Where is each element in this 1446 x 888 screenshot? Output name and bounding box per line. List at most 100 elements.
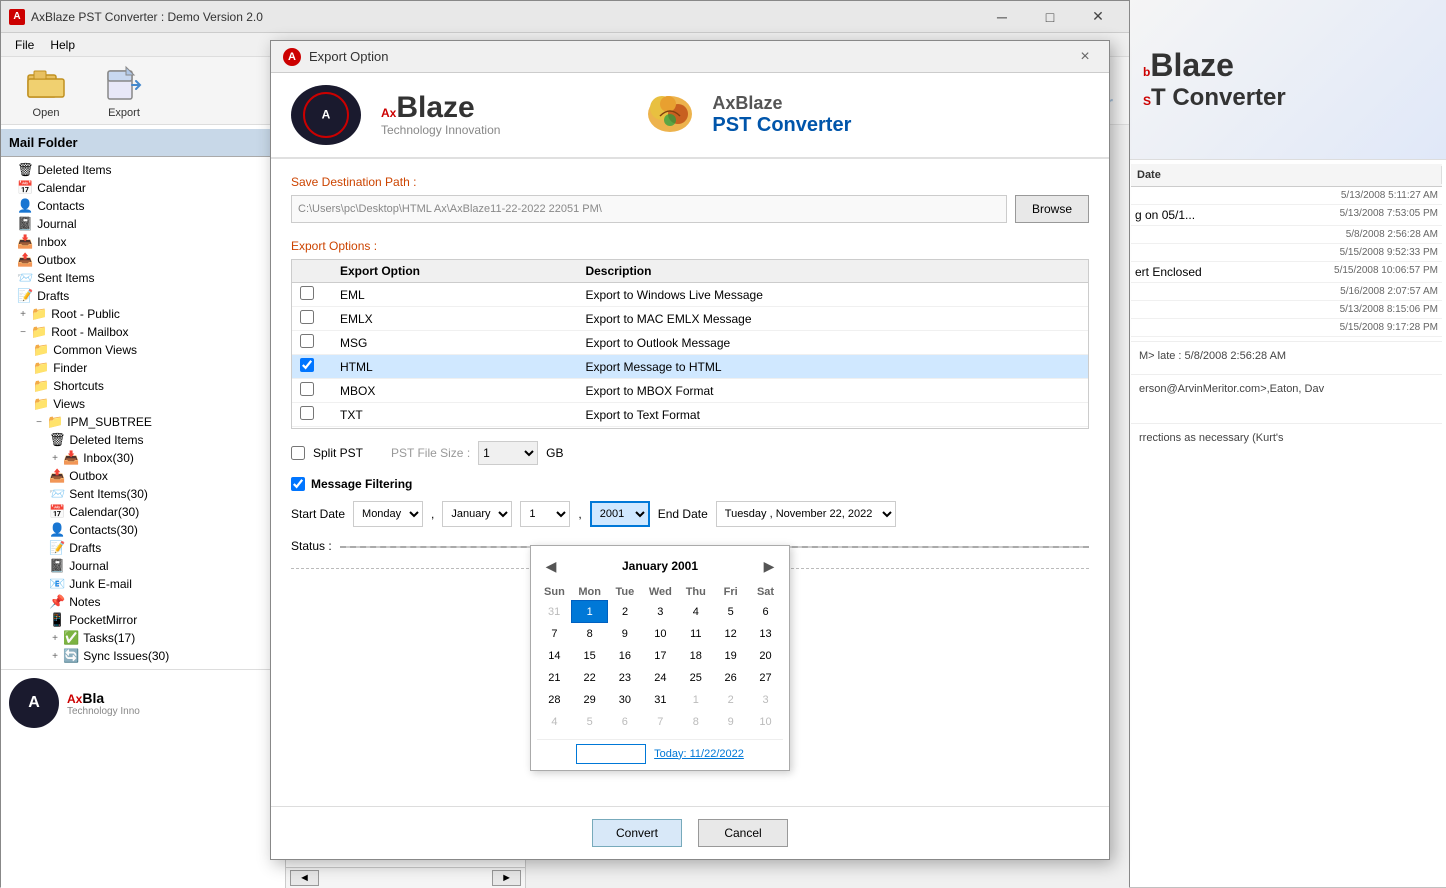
expand-tasks17[interactable]: + — [49, 632, 61, 644]
start-year-select[interactable]: 2001 — [590, 501, 650, 527]
folder-item-tasks17[interactable]: + ✅ Tasks(17) — [1, 629, 285, 647]
minimize-button[interactable]: ─ — [979, 2, 1025, 32]
cal-day-6-next[interactable]: 6 — [607, 711, 642, 733]
folder-item-cal30[interactable]: 📅 Calendar(30) — [1, 503, 285, 521]
cal-day-14[interactable]: 14 — [537, 645, 572, 667]
folder-item-notes[interactable]: 📌 Notes — [1, 593, 285, 611]
cal-day-19[interactable]: 19 — [713, 645, 748, 667]
cal-day-29[interactable]: 29 — [572, 689, 608, 711]
cal-day-18[interactable]: 18 — [678, 645, 713, 667]
expand-root-public[interactable]: + — [17, 308, 29, 320]
expand-sync30[interactable]: + — [49, 650, 61, 662]
cal-day-13[interactable]: 13 — [748, 623, 783, 645]
browse-button[interactable]: Browse — [1015, 195, 1089, 223]
cal-today-button[interactable]: Today: 11/22/2022 — [654, 748, 744, 760]
cal-day-10-next[interactable]: 10 — [748, 711, 783, 733]
folder-item-inbox30[interactable]: + 📥 Inbox(30) — [1, 449, 285, 467]
export-row-msg[interactable]: MSG Export to Outlook Message — [292, 331, 1088, 355]
cal-day-8-next[interactable]: 8 — [678, 711, 713, 733]
folder-item-journal2[interactable]: 📓 Journal — [1, 557, 285, 575]
maximize-button[interactable]: □ — [1027, 2, 1073, 32]
cal-day-11[interactable]: 11 — [678, 623, 713, 645]
folder-item-common-views[interactable]: 📁 Common Views — [1, 341, 285, 359]
cal-day-1-next[interactable]: 1 — [678, 689, 713, 711]
cal-day-21[interactable]: 21 — [537, 667, 572, 689]
folder-item-pocketmirror[interactable]: 📱 PocketMirror — [1, 611, 285, 629]
close-button[interactable]: ✕ — [1075, 2, 1121, 32]
export-row-txt[interactable]: TXT Export to Text Format — [292, 403, 1088, 427]
expand-root-mailbox[interactable]: − — [17, 326, 29, 338]
file-nav-next[interactable]: ► — [492, 870, 521, 886]
cal-day-17[interactable]: 17 — [642, 645, 678, 667]
folder-item-outbox[interactable]: 📤 Outbox — [1, 251, 285, 269]
check-html[interactable] — [300, 358, 314, 372]
check-mbox[interactable] — [300, 382, 314, 396]
folder-item-shortcuts[interactable]: 📁 Shortcuts — [1, 377, 285, 395]
cal-next-button[interactable]: ▶ — [759, 556, 779, 576]
cal-day-12[interactable]: 12 — [713, 623, 748, 645]
folder-item-root-public[interactable]: + 📁 Root - Public — [1, 305, 285, 323]
start-day-select[interactable]: Monday — [353, 501, 423, 527]
cal-day-27[interactable]: 27 — [748, 667, 783, 689]
cal-day-8[interactable]: 8 — [572, 623, 608, 645]
check-txt[interactable] — [300, 406, 314, 420]
cal-day-5[interactable]: 5 — [713, 601, 748, 623]
cal-day-5-next[interactable]: 5 — [572, 711, 608, 733]
folder-item-deleted-2[interactable]: 🗑 Deleted Items — [1, 431, 285, 449]
cal-day-24[interactable]: 24 — [642, 667, 678, 689]
folder-item-views[interactable]: 📁 Views — [1, 395, 285, 413]
cal-day-28[interactable]: 28 — [537, 689, 572, 711]
export-row-rtf[interactable]: RTF Export to Rich Text Format — [292, 427, 1088, 430]
folder-item-drafts2[interactable]: 📝 Drafts — [1, 539, 285, 557]
cal-day-9[interactable]: 9 — [607, 623, 642, 645]
cal-day-31-prev[interactable]: 31 — [537, 601, 572, 623]
folder-item-sent30[interactable]: 📨 Sent Items(30) — [1, 485, 285, 503]
cal-day-7[interactable]: 7 — [537, 623, 572, 645]
cancel-button[interactable]: Cancel — [698, 819, 788, 847]
folder-item-junk[interactable]: 📧 Junk E-mail — [1, 575, 285, 593]
check-emlx[interactable] — [300, 310, 314, 324]
folder-item-finder[interactable]: 📁 Finder — [1, 359, 285, 377]
cal-day-10[interactable]: 10 — [642, 623, 678, 645]
end-date-select[interactable]: Tuesday , November 22, 2022 — [716, 501, 896, 527]
cal-day-9-next[interactable]: 9 — [713, 711, 748, 733]
cal-day-2[interactable]: 2 — [607, 601, 642, 623]
dialog-close-button[interactable]: × — [1073, 45, 1097, 69]
export-button[interactable]: Export — [95, 58, 153, 124]
export-row-eml[interactable]: EML Export to Windows Live Message — [292, 283, 1088, 307]
cal-day-30[interactable]: 30 — [607, 689, 642, 711]
export-row-mbox[interactable]: MBOX Export to MBOX Format — [292, 379, 1088, 403]
cal-day-7-next[interactable]: 7 — [642, 711, 678, 733]
folder-item-drafts[interactable]: 📝 Drafts — [1, 287, 285, 305]
start-month-select[interactable]: January — [442, 501, 512, 527]
cal-day-23[interactable]: 23 — [607, 667, 642, 689]
folder-item-inbox[interactable]: 📥 Inbox — [1, 233, 285, 251]
cal-day-26[interactable]: 26 — [713, 667, 748, 689]
cal-day-4-next[interactable]: 4 — [537, 711, 572, 733]
split-pst-checkbox[interactable] — [291, 446, 305, 460]
cal-day-2-next[interactable]: 2 — [713, 689, 748, 711]
folder-item-sent[interactable]: 📨 Sent Items — [1, 269, 285, 287]
open-button[interactable]: Open — [17, 58, 75, 124]
folder-item-deleted[interactable]: 🗑 Deleted Items — [1, 161, 285, 179]
pst-size-select[interactable]: 1 — [478, 441, 538, 465]
cal-day-1[interactable]: 1 — [572, 601, 608, 623]
folder-item-contacts[interactable]: 👤 Contacts — [1, 197, 285, 215]
menu-help[interactable]: Help — [42, 36, 83, 54]
cal-day-4[interactable]: 4 — [678, 601, 713, 623]
start-daynum-select[interactable]: 1 — [520, 501, 570, 527]
expand-inbox30[interactable]: + — [49, 452, 61, 464]
save-path-input[interactable] — [291, 195, 1007, 223]
folder-item-root-mailbox[interactable]: − 📁 Root - Mailbox — [1, 323, 285, 341]
cal-day-3[interactable]: 3 — [642, 601, 678, 623]
folder-item-calendar[interactable]: 📅 Calendar — [1, 179, 285, 197]
folder-item-sync30[interactable]: + 🔄 Sync Issues(30) — [1, 647, 285, 665]
expand-ipm[interactable]: − — [33, 416, 45, 428]
cal-day-16[interactable]: 16 — [607, 645, 642, 667]
message-filter-checkbox[interactable] — [291, 477, 305, 491]
cal-day-22[interactable]: 22 — [572, 667, 608, 689]
folder-item-ipm-subtree[interactable]: − 📁 IPM_SUBTREE — [1, 413, 285, 431]
cal-prev-button[interactable]: ◀ — [541, 556, 561, 576]
folder-item-journal[interactable]: 📓 Journal — [1, 215, 285, 233]
folder-item-contacts30[interactable]: 👤 Contacts(30) — [1, 521, 285, 539]
